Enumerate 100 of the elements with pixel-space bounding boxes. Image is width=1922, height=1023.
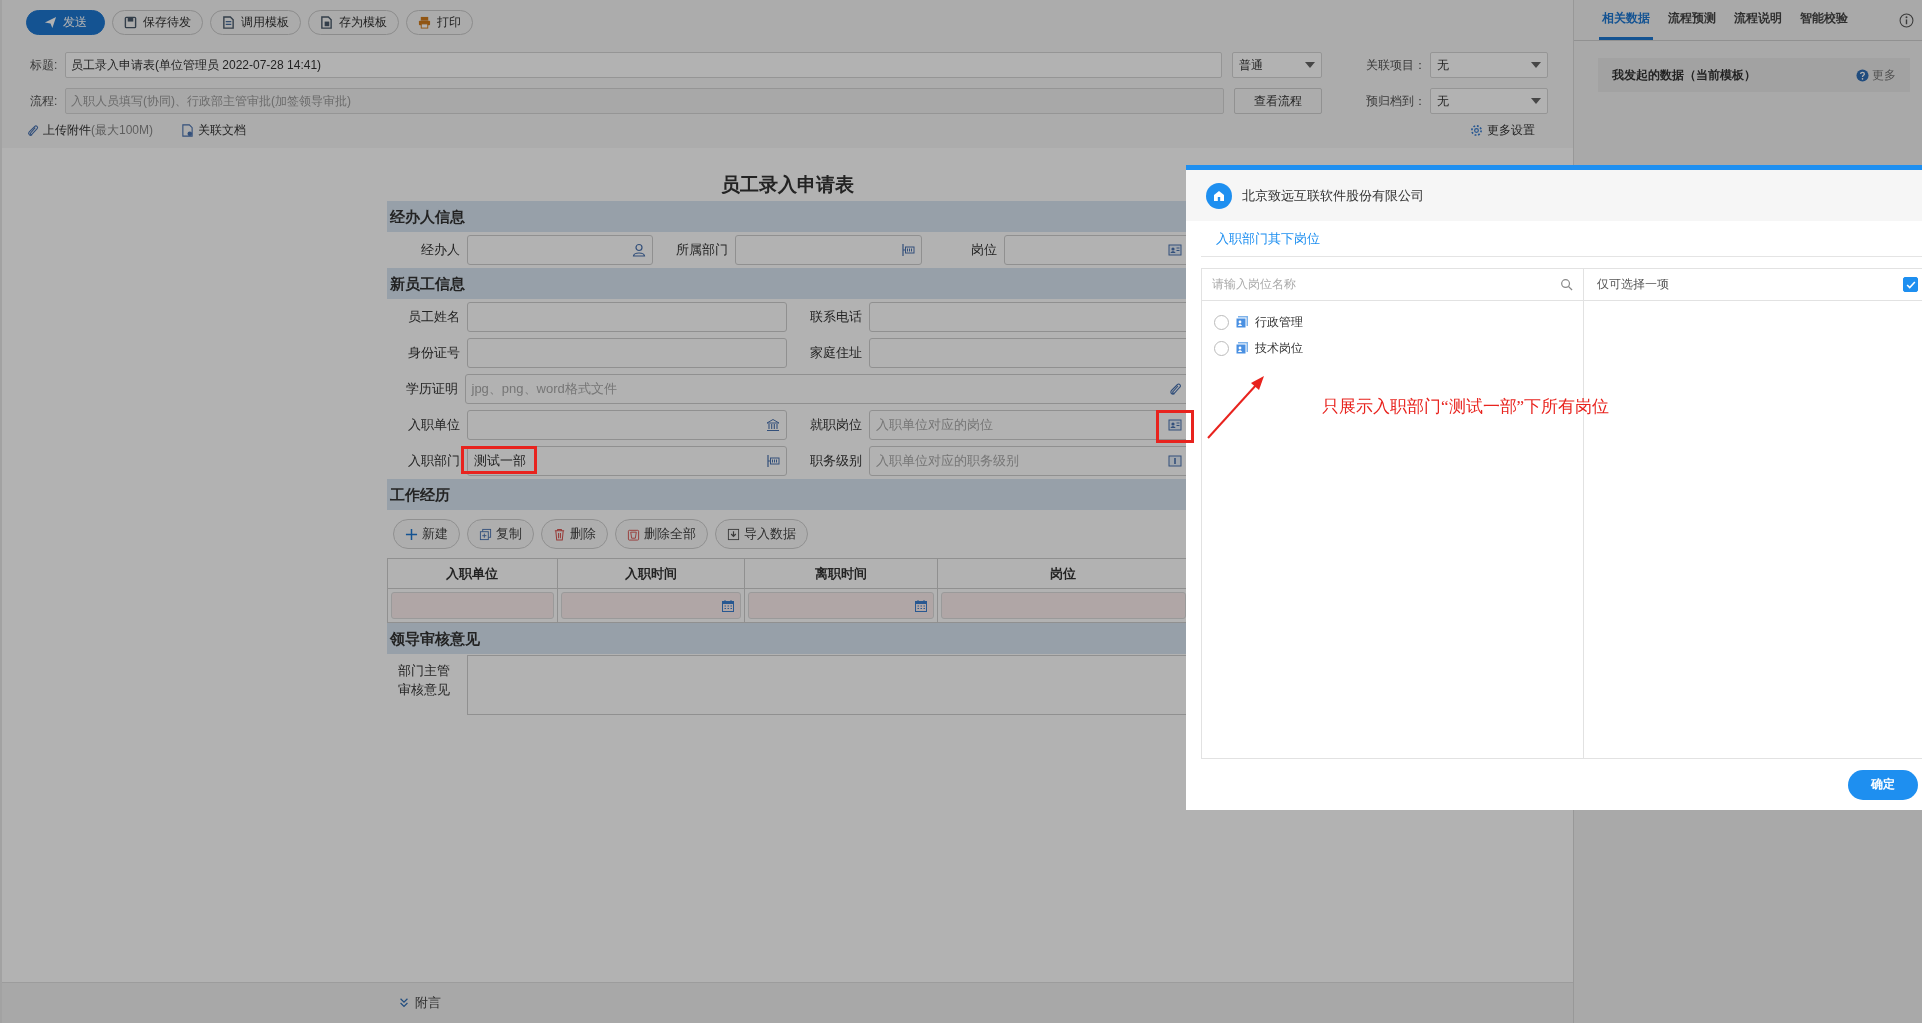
more-settings-link[interactable]: 更多设置: [1487, 121, 1535, 139]
trash-icon: [552, 527, 566, 541]
caret-icon: [1531, 98, 1541, 104]
list-icon: [900, 243, 915, 257]
field-value: 测试一部: [473, 452, 526, 470]
input-field[interactable]: [390, 592, 554, 619]
arrow: [1207, 376, 1264, 439]
field-label: 标题:: [29, 56, 59, 74]
input-field[interactable]: [940, 592, 1186, 619]
info-icon: [1899, 12, 1914, 28]
title-field[interactable]: 员工录入申请表(单位管理员 2022-07-28 14:41): [65, 52, 1222, 78]
input-field[interactable]: [734, 235, 922, 265]
confirm-button[interactable]: 确定: [1848, 769, 1918, 800]
field-label: 预归档到：: [1365, 92, 1426, 110]
id-card-icon: [1235, 315, 1249, 329]
card-title: 我发起的数据（当前模板）: [1612, 66, 1756, 84]
select-value: 无: [1437, 92, 1449, 110]
list-item[interactable]: 行政管理: [1255, 313, 1303, 331]
import-button[interactable]: 导入数据: [714, 519, 808, 549]
placeholder: 入职单位对应的岗位: [875, 416, 993, 434]
field-label: 入职单位: [406, 416, 461, 434]
field-label: 入职部门: [406, 452, 461, 470]
upload-attachment-link[interactable]: 上传附件(最大100M): [43, 121, 153, 139]
person-icon: [631, 243, 646, 257]
input-field[interactable]: [466, 410, 787, 440]
form-title: 员工录入申请表: [720, 173, 855, 197]
list-icon: [765, 454, 780, 468]
field-label: 岗位: [969, 241, 998, 259]
field-label: 联系电话: [808, 308, 863, 326]
select-value: 无: [1437, 56, 1449, 74]
input-field[interactable]: [466, 235, 653, 265]
plus-icon: [404, 527, 418, 541]
bank-icon: [765, 418, 780, 432]
input-field[interactable]: [868, 338, 1189, 368]
deleteall-button[interactable]: 删除全部: [614, 519, 708, 549]
column-header: 岗位: [937, 558, 1189, 589]
comment-box[interactable]: [466, 655, 1189, 715]
radio-button[interactable]: [1214, 340, 1229, 356]
field-label: 学历证明: [404, 380, 459, 398]
column-header: 入职单位: [387, 558, 557, 589]
date-field[interactable]: [560, 592, 741, 619]
paperclip-icon: [26, 123, 39, 137]
trash-icon: [626, 527, 640, 541]
field-label: 关联项目：: [1365, 56, 1426, 74]
organization-name: 北京致远互联软件股份有限公司: [1242, 186, 1424, 205]
copy-icon: [478, 527, 492, 541]
field-label: 部门主管审核意见: [397, 662, 451, 699]
tab[interactable]: 流程说明: [1731, 0, 1785, 40]
date-field[interactable]: [747, 592, 934, 619]
send-button[interactable]: 发送: [26, 10, 105, 35]
priority-select[interactable]: 普通: [1232, 52, 1322, 78]
print-button[interactable]: 打印: [406, 10, 473, 35]
document-icon: [181, 123, 194, 137]
delete-button[interactable]: 删除: [540, 519, 608, 549]
field-label: 流程:: [29, 92, 59, 110]
printer-icon: [418, 16, 431, 29]
select-value: 普通: [1239, 56, 1263, 74]
new-button[interactable]: 新建: [392, 519, 460, 549]
caret-icon: [1531, 62, 1541, 68]
help-icon: [1856, 68, 1869, 82]
column-header: 入职时间: [557, 558, 744, 589]
document-icon: [222, 16, 235, 29]
postscript-toggle[interactable]: 附言: [415, 994, 441, 1012]
section-header: 新员工信息: [386, 268, 1189, 299]
field-label: 家庭住址: [808, 344, 863, 362]
download-icon: [726, 527, 740, 541]
placeholder: 入职单位对应的职务级别: [875, 452, 1019, 470]
tab[interactable]: 流程预测: [1665, 0, 1719, 40]
column-header: 离职时间: [744, 558, 937, 589]
home-icon: [1206, 182, 1232, 209]
template-button[interactable]: 调用模板: [210, 10, 301, 35]
tab[interactable]: 相关数据: [1599, 0, 1653, 40]
input-field[interactable]: [466, 302, 787, 332]
input-field[interactable]: [868, 302, 1189, 332]
save-template-button[interactable]: 存为模板: [308, 10, 399, 35]
copy-button[interactable]: 复制: [466, 519, 534, 549]
archive-select[interactable]: 无: [1430, 88, 1548, 114]
caret-icon: [1305, 62, 1315, 68]
related-document-link[interactable]: 关联文档: [198, 121, 246, 139]
section-header: 工作经历: [386, 479, 1189, 510]
input-field[interactable]: [1003, 235, 1189, 265]
tab[interactable]: 智能校验: [1797, 0, 1851, 40]
list-item[interactable]: 技术岗位: [1255, 339, 1303, 357]
view-flow-button[interactable]: 查看流程: [1234, 88, 1322, 114]
field-label: 就职岗位: [808, 416, 863, 434]
calendar-icon: [913, 598, 928, 613]
checkbox[interactable]: [1903, 277, 1918, 292]
section-header: 经办人信息: [386, 201, 1189, 232]
tab[interactable]: 入职部门其下岗位: [1216, 229, 1320, 248]
project-select[interactable]: 无: [1430, 52, 1548, 78]
double-chevron-icon: [398, 997, 410, 1009]
radio-button[interactable]: [1214, 314, 1229, 330]
placeholder: 请输入岗位名称: [1212, 276, 1296, 293]
save-draft-button[interactable]: 保存待发: [112, 10, 203, 35]
document-icon: [320, 16, 333, 29]
input-field[interactable]: [466, 338, 787, 368]
option-label: 仅可选择一项: [1597, 276, 1669, 293]
id-card-icon: [1235, 341, 1249, 355]
field-label: 身份证号: [406, 344, 461, 362]
id-card-icon: [1167, 418, 1182, 432]
